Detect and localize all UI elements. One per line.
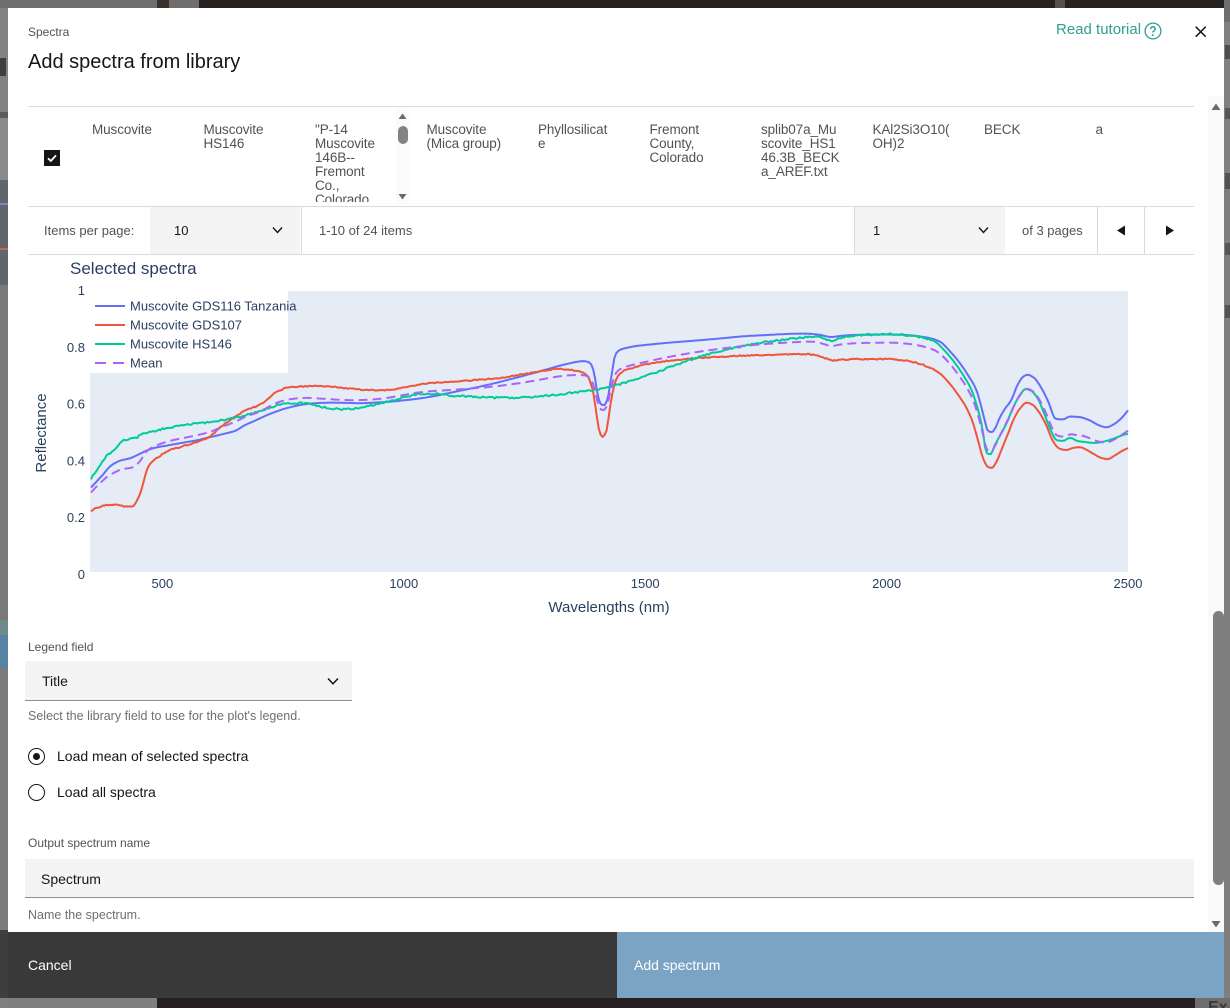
- svg-text:Mean: Mean: [130, 356, 163, 371]
- svg-text:1: 1: [78, 283, 85, 298]
- svg-text:500: 500: [152, 576, 174, 591]
- svg-text:Reflectance: Reflectance: [33, 393, 50, 472]
- svg-text:0.2: 0.2: [67, 510, 85, 525]
- svg-text:2000: 2000: [872, 576, 901, 591]
- svg-text:1000: 1000: [389, 576, 418, 591]
- svg-text:Selected spectra: Selected spectra: [70, 259, 197, 278]
- svg-text:Muscovite GDS116 Tanzania: Muscovite GDS116 Tanzania: [130, 299, 297, 314]
- svg-text:0.4: 0.4: [67, 453, 85, 468]
- svg-text:Wavelengths (nm): Wavelengths (nm): [548, 599, 669, 616]
- svg-text:0.6: 0.6: [67, 397, 85, 412]
- svg-text:0: 0: [78, 567, 85, 582]
- svg-text:Muscovite GDS107: Muscovite GDS107: [130, 318, 242, 333]
- svg-text:Muscovite HS146: Muscovite HS146: [130, 337, 232, 352]
- svg-text:1500: 1500: [631, 576, 660, 591]
- svg-text:2500: 2500: [1114, 576, 1143, 591]
- svg-text:0.8: 0.8: [67, 340, 85, 355]
